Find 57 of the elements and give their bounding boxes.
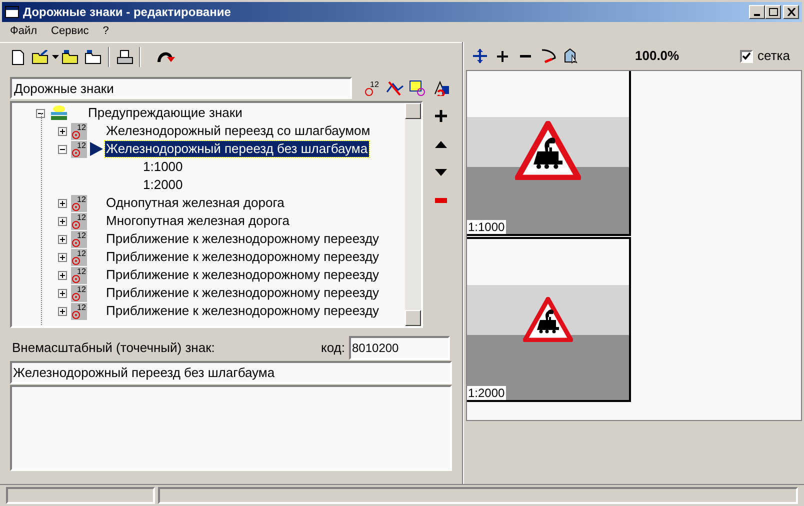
expand-icon[interactable] xyxy=(58,198,67,208)
zoom-level: 100.0% xyxy=(635,47,680,66)
close-icon xyxy=(786,8,796,16)
expand-icon[interactable] xyxy=(58,234,67,244)
expand-icon[interactable] xyxy=(58,252,67,262)
tree-item[interactable]: Приближение к железнодорожному переезду xyxy=(105,249,380,265)
tree-item[interactable]: Предупреждающие знаки xyxy=(87,105,244,121)
scale-label: 1:1000 xyxy=(467,220,506,234)
sign-icon: 12 xyxy=(71,140,87,158)
sign-type-label: Внемасштабный (точечный) знак: xyxy=(12,339,216,358)
menu-item[interactable]: ? xyxy=(96,22,115,40)
tree-item[interactable]: Железнодорожный переезд без шлагбаума xyxy=(105,141,369,157)
sign-icon: 12 xyxy=(71,302,87,320)
minimize-button[interactable] xyxy=(749,5,765,19)
tree-item[interactable]: Приближение к железнодорожному переезду xyxy=(105,303,380,319)
expand-icon[interactable] xyxy=(58,216,67,226)
window-title: Дорожные знаки - редактирование xyxy=(23,4,232,21)
scrollbar[interactable] xyxy=(405,103,421,326)
window-icon xyxy=(5,6,19,18)
description-field[interactable] xyxy=(10,385,452,471)
railway-crossing-sign-drawing xyxy=(523,297,573,342)
grid-checkbox[interactable] xyxy=(740,50,753,62)
expand-icon[interactable] xyxy=(58,270,67,280)
name-field[interactable]: Железнодорожный переезд без шлагбаума xyxy=(10,361,452,384)
sign-icon: 12 xyxy=(71,122,87,140)
sign-icon: 12 xyxy=(71,284,87,302)
collapse-icon[interactable] xyxy=(36,108,45,118)
sign-icon: 12 xyxy=(71,248,87,266)
grid-label: сетка xyxy=(758,47,790,66)
pointer-icon xyxy=(89,142,103,156)
code-label: код: xyxy=(321,339,345,358)
tree-item[interactable]: Железнодорожный переезд со шлагбаумом xyxy=(105,123,372,139)
collapse-icon[interactable] xyxy=(58,144,67,154)
sign-icon: 12 xyxy=(71,230,87,248)
maximize-icon xyxy=(768,8,778,16)
scale-label: 1:2000 xyxy=(467,386,506,400)
menu-item[interactable]: Сервис xyxy=(45,22,95,40)
tree-item[interactable]: Многопутная железная дорога xyxy=(105,213,290,229)
sign-icon: 12 xyxy=(71,194,87,212)
expand-icon[interactable] xyxy=(58,288,67,298)
tree-item[interactable]: 1:1000 xyxy=(142,159,184,175)
tree-item[interactable]: Однопутная железная дорога xyxy=(105,195,286,211)
tree-item[interactable]: 1:2000 xyxy=(142,177,184,193)
maximize-button[interactable] xyxy=(765,5,781,19)
expand-icon[interactable] xyxy=(58,126,67,136)
expand-icon[interactable] xyxy=(58,306,67,316)
tree-item[interactable]: Приближение к железнодорожному переезду xyxy=(105,285,380,301)
tree-item[interactable]: Приближение к железнодорожному переезду xyxy=(105,231,380,247)
layers-icon xyxy=(49,105,69,121)
catalog-field[interactable]: Дорожные знаки xyxy=(10,77,352,99)
close-button[interactable] xyxy=(783,5,799,19)
menu-item[interactable]: Файл xyxy=(4,22,44,40)
code-field[interactable]: 8010200 xyxy=(349,336,450,360)
tree-item[interactable]: Приближение к железнодорожному переезду xyxy=(105,267,380,283)
dropdown-caret-icon[interactable] xyxy=(52,55,59,59)
sign-icon: 12 xyxy=(71,266,87,284)
sign-icon: 12 xyxy=(71,212,87,230)
